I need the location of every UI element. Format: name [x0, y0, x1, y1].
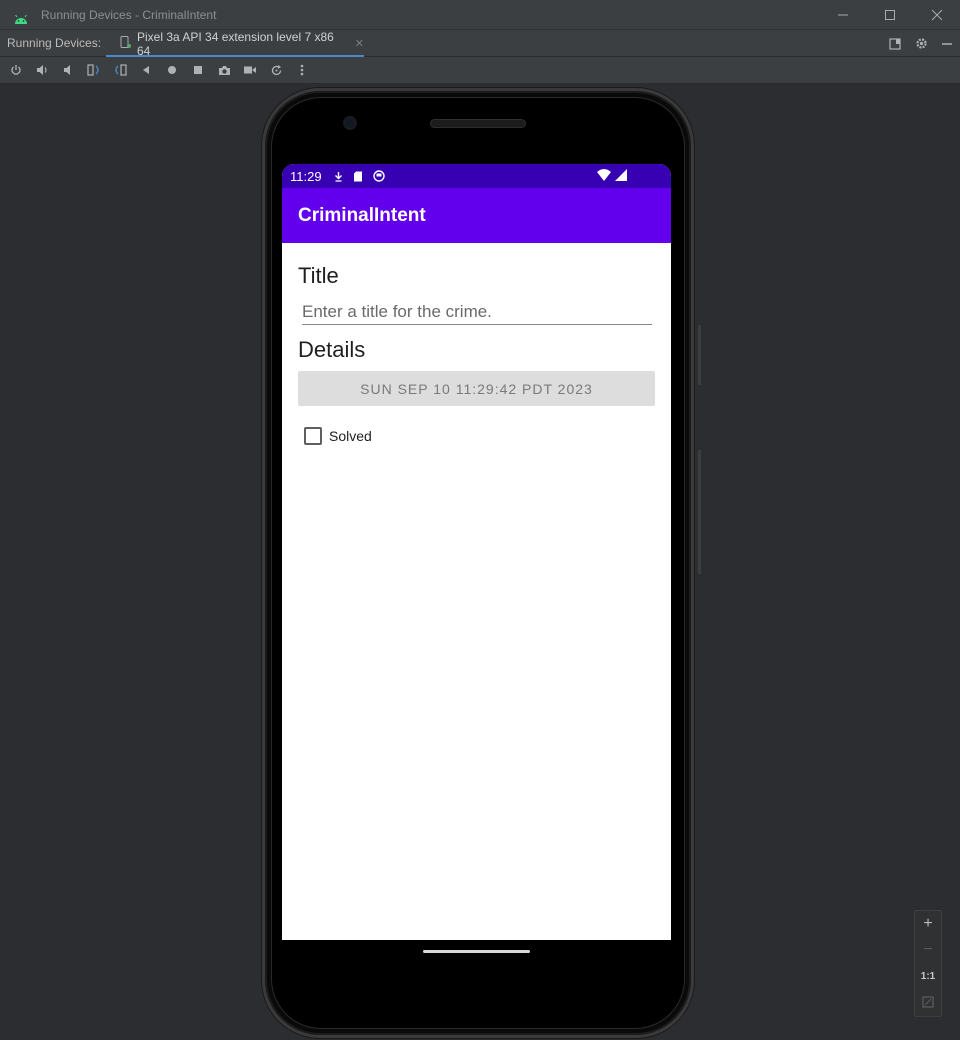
solved-checkbox-row[interactable]: Solved [304, 427, 655, 445]
download-status-icon [334, 171, 343, 182]
earpiece-speaker [430, 119, 526, 128]
home-icon[interactable] [159, 57, 185, 83]
screen-record-icon[interactable] [237, 57, 263, 83]
device-phone-icon [120, 34, 131, 53]
device-side-button [698, 325, 701, 385]
device-screen[interactable]: 11:29 CriminalIntent Title Details SUN S… [282, 164, 671, 940]
device-tab-label: Pixel 3a API 34 extension level 7 x86 64 [137, 29, 334, 58]
close-icon[interactable] [913, 0, 960, 29]
volume-up-icon[interactable] [29, 57, 55, 83]
zoom-controls: + − 1:1 [914, 910, 942, 1017]
sd-card-icon [353, 171, 363, 182]
screenshot-icon[interactable] [211, 57, 237, 83]
tab-pixel-3a[interactable]: Pixel 3a API 34 extension level 7 x86 64… [106, 29, 364, 58]
wifi-icon [597, 169, 611, 184]
hide-panel-icon[interactable] [934, 30, 960, 57]
title-heading: Title [298, 263, 339, 288]
window-title: Running Devices - CriminalIntent [41, 7, 217, 22]
solved-label: Solved [329, 428, 372, 444]
layout-icon[interactable] [882, 30, 908, 57]
app-bar: CriminalIntent [282, 188, 671, 243]
front-camera [343, 116, 357, 130]
app-title: CriminalIntent [298, 204, 426, 226]
device-volume-button [698, 450, 701, 574]
rotate-right-icon[interactable] [107, 57, 133, 83]
crime-title-input[interactable] [302, 299, 652, 325]
window-title-bar: Running Devices - CriminalIntent [0, 0, 960, 29]
actual-size-button[interactable]: 1:1 [914, 963, 942, 989]
maximize-icon[interactable] [866, 0, 913, 29]
volume-down-icon[interactable] [55, 57, 81, 83]
overview-icon[interactable] [185, 57, 211, 83]
reset-icon[interactable] [263, 57, 289, 83]
crime-detail-form: Title Details SUN SEP 10 11:29:42 PDT 20… [282, 263, 671, 445]
gear-icon[interactable] [908, 30, 934, 57]
emulator-toolbar [0, 57, 960, 84]
zoom-in-button[interactable]: + [914, 911, 942, 937]
details-heading: Details [298, 337, 366, 362]
app-status-icon [372, 170, 385, 182]
back-icon[interactable] [133, 57, 159, 83]
solved-checkbox[interactable] [304, 427, 322, 445]
running-devices-label: Running Devices: [7, 36, 102, 50]
more-icon[interactable] [289, 57, 315, 83]
power-icon[interactable] [3, 57, 29, 83]
gesture-nav-bar[interactable] [423, 950, 530, 953]
android-studio-icon [14, 10, 28, 24]
crime-date-button[interactable]: SUN SEP 10 11:29:42 PDT 2023 [298, 371, 655, 406]
fit-screen-icon[interactable] [914, 989, 942, 1015]
minimize-icon[interactable] [819, 0, 866, 29]
running-devices-tabs: Running Devices: Pixel 3a API 34 extensi… [0, 29, 960, 58]
rotate-left-icon[interactable] [81, 57, 107, 83]
status-bar: 11:29 [282, 164, 671, 188]
signal-icon [615, 169, 627, 184]
tab-close-icon[interactable]: ✕ [355, 37, 364, 50]
zoom-out-button[interactable]: − [914, 937, 942, 963]
status-time: 11:29 [290, 168, 322, 184]
